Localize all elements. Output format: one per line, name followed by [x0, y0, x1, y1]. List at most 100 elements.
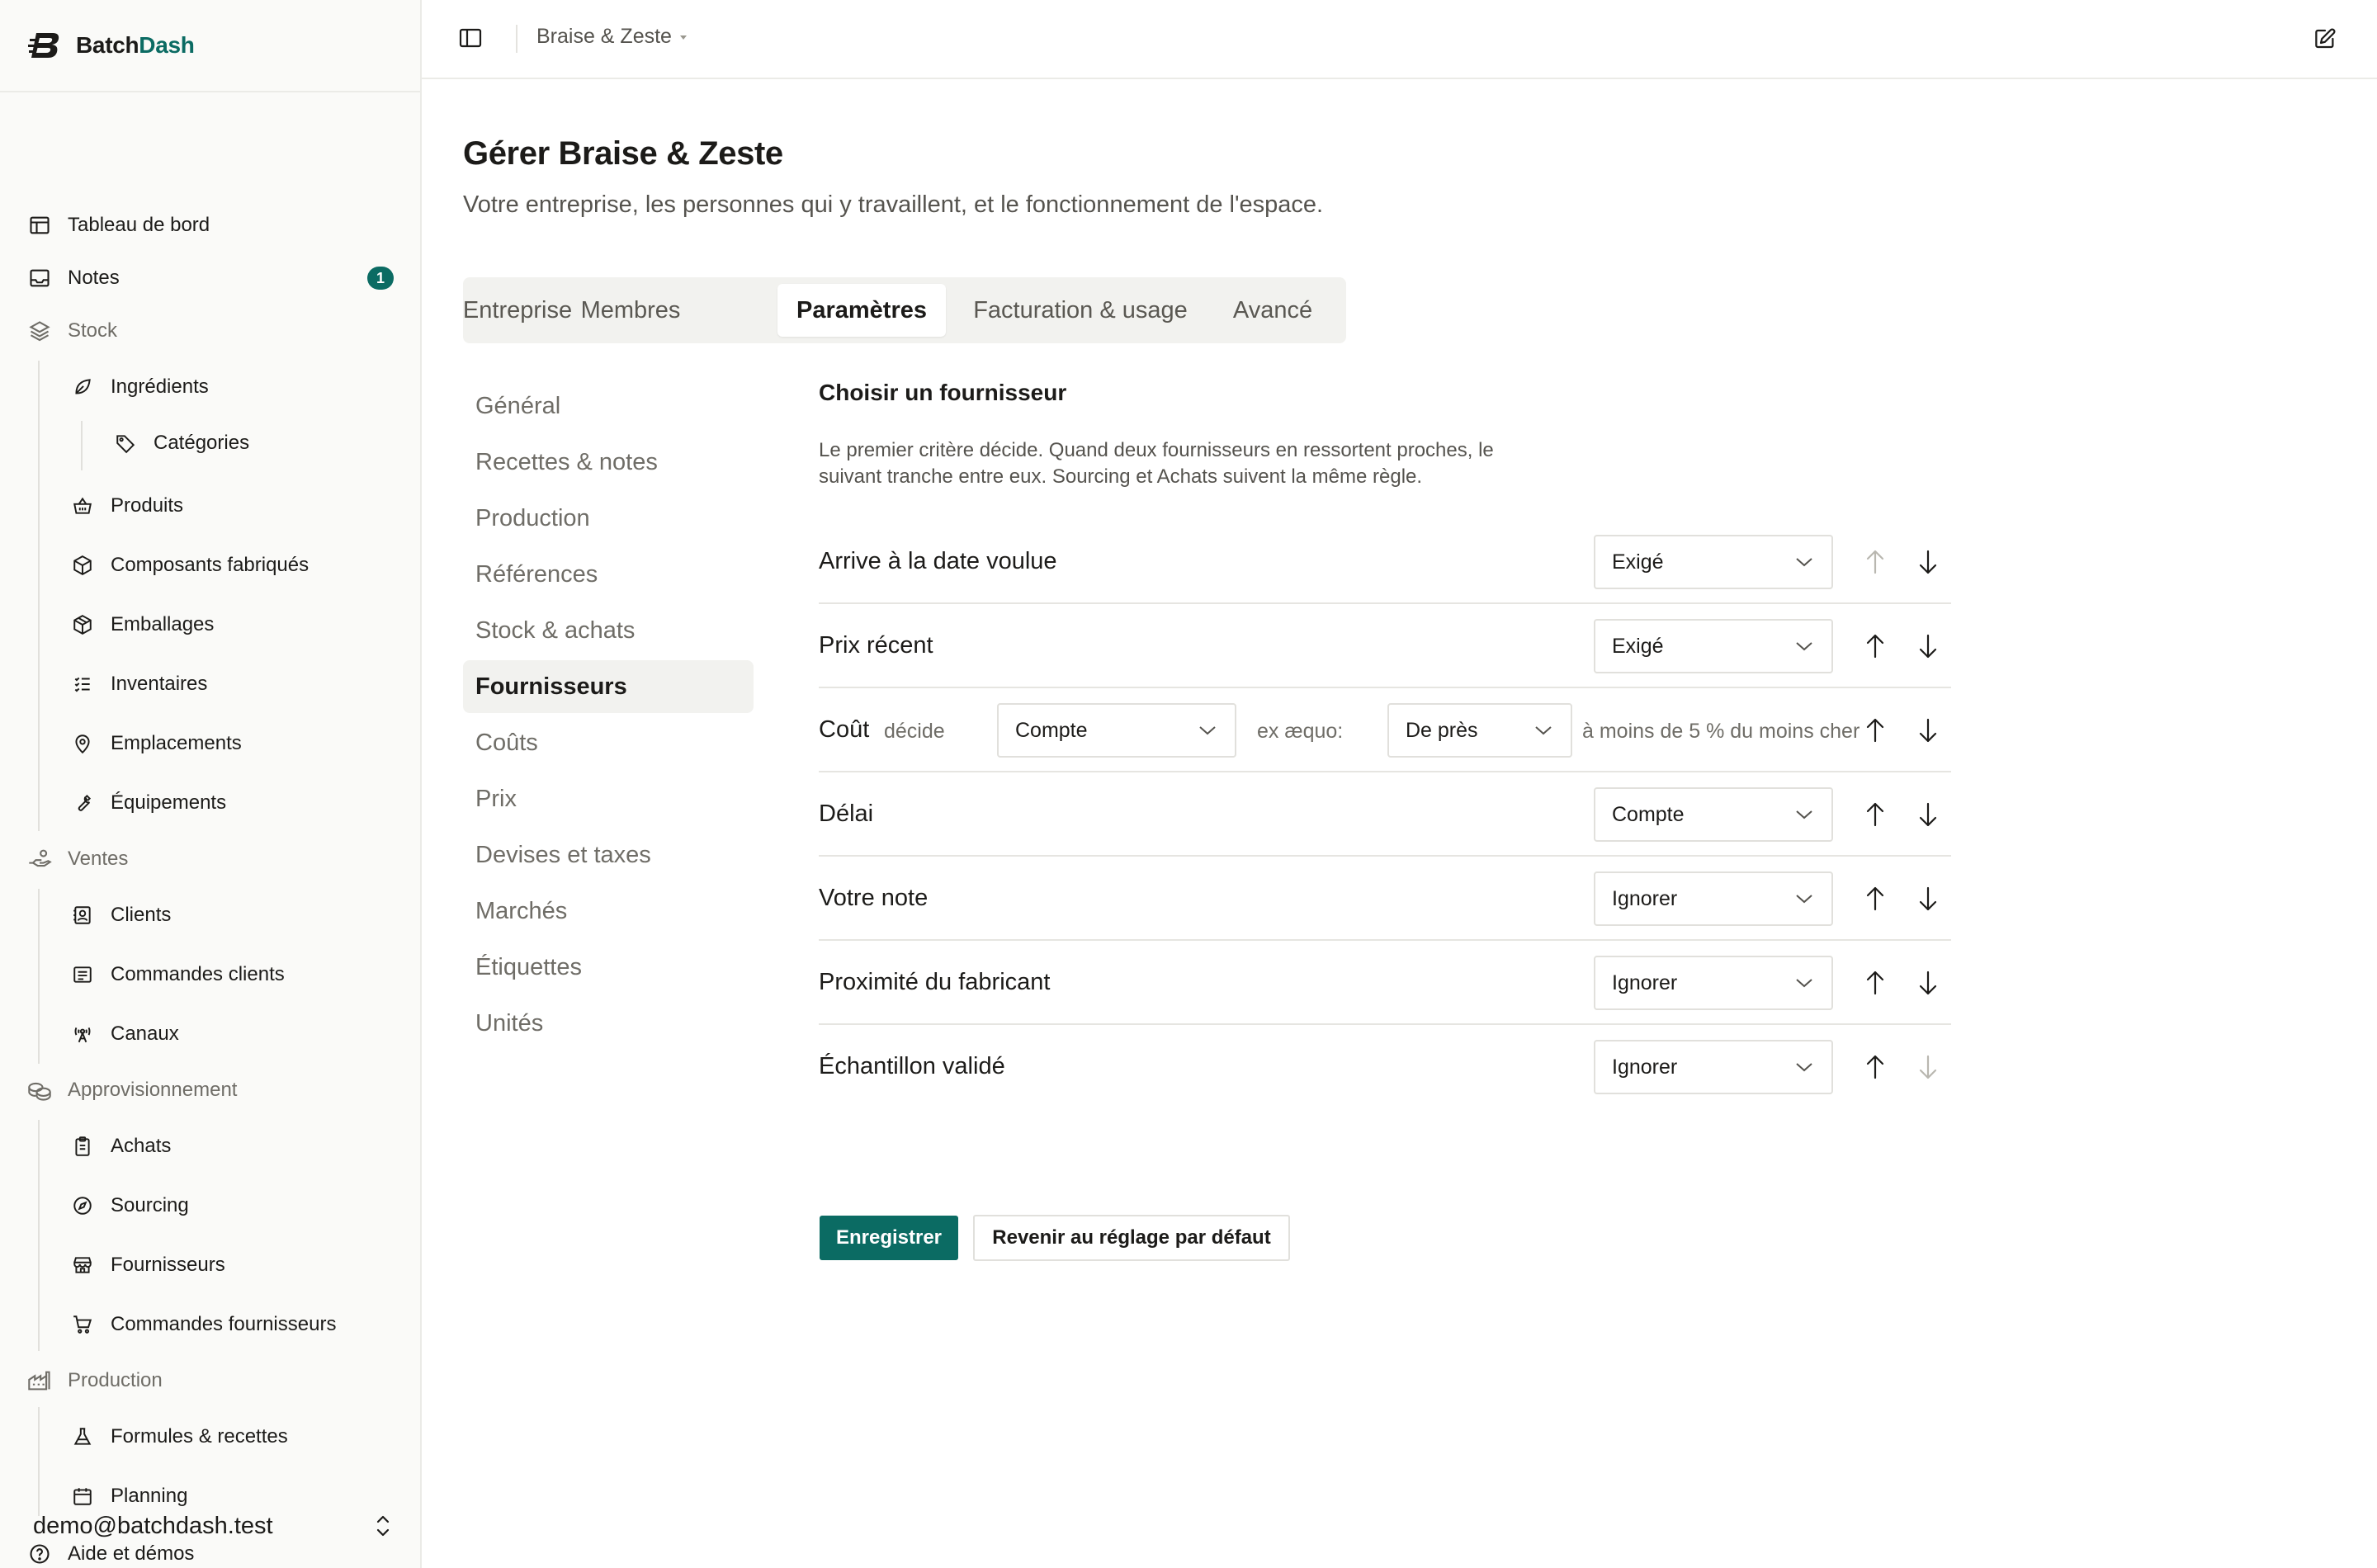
sidebar-item-label: Commandes fournisseurs: [111, 1313, 337, 1335]
sidebar-item-notes[interactable]: Notes 1: [0, 257, 420, 299]
criterion-name: Délai: [819, 801, 874, 827]
sidebar-item-categories[interactable]: Catégories: [0, 423, 420, 464]
criterion-select[interactable]: Exigé: [1594, 535, 1833, 589]
brand[interactable]: BatchDash: [0, 0, 420, 92]
sidebar-group-ventes[interactable]: Ventes: [0, 838, 420, 880]
move-down-icon[interactable]: [1916, 548, 1940, 576]
sidebar: BatchDash Tableau de bord Notes 1 Stock: [0, 0, 422, 1568]
sidebar-item-tableau-de-bord[interactable]: Tableau de bord: [0, 205, 420, 246]
sidebar-item-label: Composants fabriqués: [111, 554, 310, 576]
subnav-item-stock-achats[interactable]: Stock & achats: [463, 604, 754, 657]
sidebar-item-emballages[interactable]: Emballages: [0, 604, 420, 645]
move-up-icon[interactable]: [1863, 632, 1888, 660]
move-up-icon[interactable]: [1863, 548, 1888, 576]
subnav-item-production[interactable]: Production: [463, 492, 754, 545]
move-down-icon[interactable]: [1916, 716, 1940, 744]
criterion-select[interactable]: Ignorer: [1594, 871, 1833, 926]
criterion-name: Votre note: [819, 885, 929, 911]
radio-tower-icon: [70, 1022, 95, 1046]
move-up-icon[interactable]: [1863, 885, 1888, 913]
decides-label: décide: [884, 720, 945, 743]
chevrons-up-down-icon: [374, 1512, 392, 1540]
move-up-icon[interactable]: [1863, 969, 1888, 997]
workspace-switcher[interactable]: Braise & Zeste: [536, 25, 688, 49]
criterion-select-value: Exigé: [1612, 550, 1664, 574]
subnav-item-marches[interactable]: Marchés: [463, 885, 754, 937]
move-down-icon[interactable]: [1916, 969, 1940, 997]
criterion-select[interactable]: Compte: [997, 703, 1236, 758]
tab-facturation-usage[interactable]: Facturation & usage: [959, 284, 1202, 337]
sidebar-item-formules-recettes[interactable]: Formules & recettes: [0, 1416, 420, 1457]
subnav-item-etiquettes[interactable]: Étiquettes: [463, 941, 754, 994]
cube-icon: [70, 553, 95, 578]
criterion-row: Proximité du fabricant Ignorer: [819, 941, 1951, 1025]
subnav-item-references[interactable]: Références: [463, 548, 754, 601]
save-button[interactable]: Enregistrer: [820, 1216, 958, 1260]
sidebar-item-label: Commandes clients: [111, 963, 285, 985]
criterion-select[interactable]: Ignorer: [1594, 1040, 1833, 1094]
move-down-icon[interactable]: [1916, 801, 1940, 829]
sidebar-item-clients[interactable]: Clients: [0, 895, 420, 936]
caret-down-icon: [679, 34, 688, 40]
subnav-item-prix[interactable]: Prix: [463, 772, 754, 825]
criterion-select[interactable]: Compte: [1594, 787, 1833, 842]
chevron-down-icon: [1795, 893, 1813, 904]
sidebar-group-production[interactable]: Production: [0, 1360, 420, 1401]
breadcrumb-workspace: Braise & Zeste: [536, 25, 672, 48]
sidebar-group-approvisionnement[interactable]: Approvisionnement: [0, 1070, 420, 1111]
tab-avance[interactable]: Avancé: [1215, 284, 1330, 337]
flask-icon: [70, 1424, 95, 1449]
hand-coins-icon: [27, 847, 52, 871]
sidebar-item-composants-fabriques[interactable]: Composants fabriqués: [0, 545, 420, 586]
criterion-row: Coût décide Compte ex æquo: De près à mo…: [819, 688, 1951, 772]
subnav-item-fournisseurs[interactable]: Fournisseurs: [463, 660, 754, 713]
subnav-item-recettes-notes[interactable]: Recettes & notes: [463, 436, 754, 489]
sidebar-item-canaux[interactable]: Canaux: [0, 1013, 420, 1055]
move-up-icon[interactable]: [1863, 801, 1888, 829]
sidebar-item-emplacements[interactable]: Emplacements: [0, 723, 420, 764]
subnav-item-unites[interactable]: Unités: [463, 997, 754, 1050]
sidebar-item-label: Équipements: [111, 791, 227, 814]
sidebar-item-fournisseurs[interactable]: Fournisseurs: [0, 1244, 420, 1286]
chevron-down-icon: [1795, 556, 1813, 568]
subnav-item-general[interactable]: Général: [463, 380, 754, 432]
sidebar-toggle-icon[interactable]: [458, 26, 483, 50]
move-up-icon[interactable]: [1863, 1053, 1888, 1081]
criterion-select[interactable]: Ignorer: [1594, 956, 1833, 1010]
topbar: Braise & Zeste: [422, 0, 2377, 79]
sidebar-item-inventaires[interactable]: Inventaires: [0, 664, 420, 705]
criterion-select-value: Compte: [1612, 802, 1685, 826]
reset-default-button[interactable]: Revenir au réglage par défaut: [973, 1215, 1290, 1261]
move-down-icon[interactable]: [1916, 1053, 1940, 1081]
subnav-item-couts[interactable]: Coûts: [463, 716, 754, 769]
tie-select-value: De près: [1406, 718, 1478, 742]
tab-parametres[interactable]: Paramètres: [777, 284, 946, 337]
move-down-icon[interactable]: [1916, 632, 1940, 660]
divider: [516, 25, 517, 53]
criterion-select[interactable]: Exigé: [1594, 619, 1833, 673]
inbox-icon: [27, 266, 52, 290]
sidebar-item-achats[interactable]: Achats: [0, 1126, 420, 1167]
user-menu[interactable]: demo@batchdash.test: [0, 1484, 420, 1568]
sidebar-item-label: Emballages: [111, 613, 215, 635]
tab-membres[interactable]: Membres: [579, 284, 683, 337]
sidebar-item-commandes-clients[interactable]: Commandes clients: [0, 954, 420, 995]
sidebar-item-commandes-fournisseurs[interactable]: Commandes fournisseurs: [0, 1304, 420, 1345]
sidebar-item-sourcing[interactable]: Sourcing: [0, 1185, 420, 1226]
tab-entreprise[interactable]: Entreprise: [463, 284, 572, 337]
tie-select[interactable]: De près: [1387, 703, 1572, 758]
sidebar-item-ingredients[interactable]: Ingrédients: [0, 366, 420, 408]
move-down-icon[interactable]: [1916, 885, 1940, 913]
compose-icon[interactable]: [2313, 26, 2337, 51]
subnav-item-devises-taxes[interactable]: Devises et taxes: [463, 829, 754, 881]
receipt-icon: [70, 962, 95, 987]
move-up-icon[interactable]: [1863, 716, 1888, 744]
criterion-name: Coût: [819, 716, 870, 743]
sidebar-item-produits[interactable]: Produits: [0, 485, 420, 527]
chevron-down-icon: [1795, 977, 1813, 989]
sidebar-item-equipements[interactable]: Équipements: [0, 782, 420, 824]
panel-description-line: Le premier critère décide. Quand deux fo…: [819, 439, 1494, 461]
dashboard-icon: [27, 213, 52, 238]
sidebar-group-stock[interactable]: Stock: [0, 310, 420, 352]
page-title: Gérer Braise & Zeste: [463, 135, 783, 172]
